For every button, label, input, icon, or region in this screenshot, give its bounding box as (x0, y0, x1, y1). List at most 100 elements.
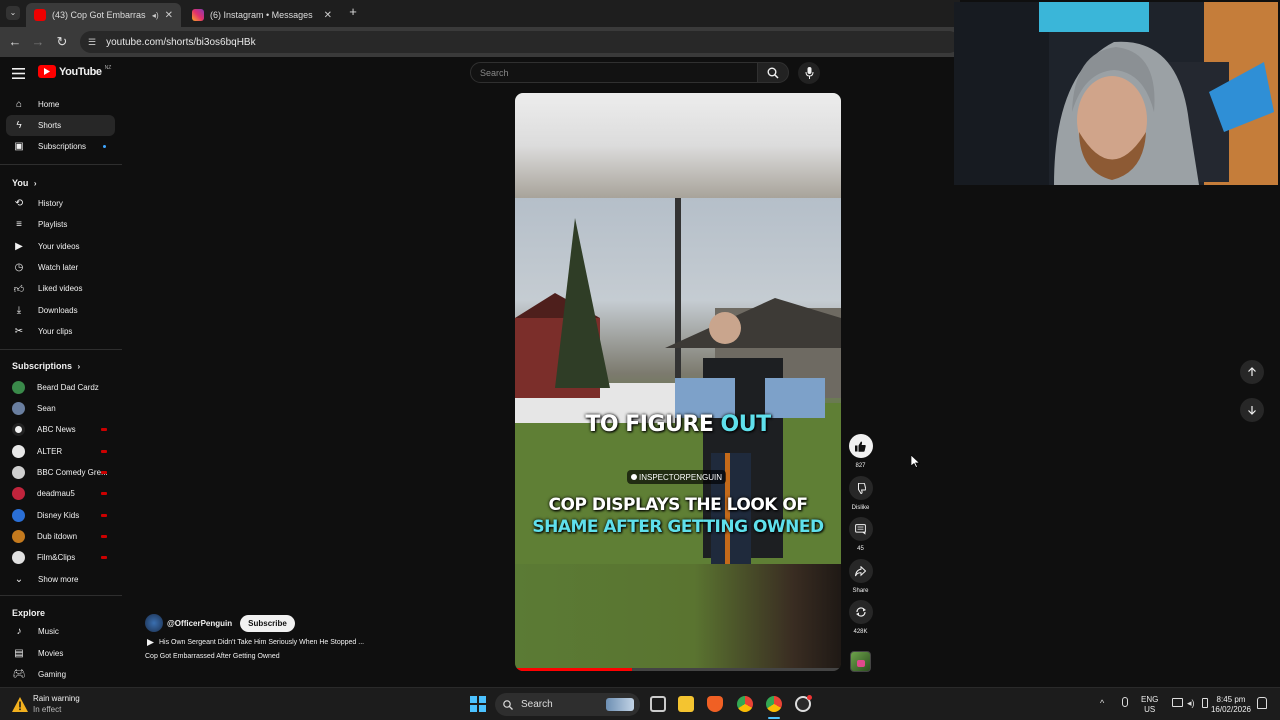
comments-button[interactable] (848, 517, 873, 541)
notifications-icon[interactable] (1257, 697, 1267, 709)
forward-icon[interactable]: → (30, 34, 46, 50)
network-icon[interactable] (1172, 698, 1183, 707)
clock[interactable]: 8:45 pm 16/02/2026 (1208, 695, 1254, 715)
voice-search-button[interactable] (798, 62, 820, 84)
share-action[interactable]: Share (848, 559, 873, 594)
live-indicator-icon (101, 428, 107, 431)
related-video-link[interactable]: His Own Sergeant Didn't Take Him Serious… (147, 639, 364, 646)
active-app-indicator (768, 717, 780, 719)
show-more-label: Show more (38, 575, 79, 584)
remix-button[interactable] (848, 600, 873, 624)
share-button[interactable] (848, 559, 873, 583)
tab-instagram[interactable]: (6) Instagram • Messages ✕ (184, 3, 340, 27)
audio-thumbnail[interactable] (850, 651, 871, 672)
speaker-icon[interactable]: ◂) (152, 11, 159, 20)
watermark-logo-icon (631, 474, 637, 480)
shorts-video-player[interactable]: TO FIGURE OUT INSPECTORPENGUIN COP DISPL… (515, 93, 841, 671)
chevron-right-icon: › (77, 362, 81, 371)
sidebar-item-subscriptions[interactable]: ▣ Subscriptions (6, 136, 115, 157)
file-explorer-icon[interactable] (678, 696, 694, 712)
close-tab-icon[interactable]: ✕ (324, 10, 332, 21)
new-tab-icon[interactable]: + (346, 5, 360, 19)
sidebar-item-label: Playlists (38, 220, 68, 229)
sidebar-channel[interactable]: ABC News (6, 419, 115, 440)
sidebar-item-downloads[interactable]: ⤓ Downloads (6, 300, 115, 321)
start-button[interactable] (470, 696, 486, 712)
chrome-active-icon[interactable] (766, 696, 782, 712)
dislike-action[interactable]: Dislike (848, 476, 873, 511)
channel-handle[interactable]: @OfficerPenguin (167, 619, 232, 628)
video-blur-bottom (515, 564, 841, 671)
search-input[interactable]: Search (470, 62, 758, 83)
sidebar-item-history[interactable]: ⟲ History (6, 193, 115, 214)
sidebar-item-your-clips[interactable]: ✂ Your clips (6, 321, 115, 342)
comments-action[interactable]: 45 (848, 517, 873, 552)
sidebar-item-liked-videos[interactable]: 👍︎ Liked videos (6, 278, 115, 299)
sidebar-item-shorts[interactable]: ϟ Shorts (6, 115, 115, 136)
sidebar-item-movies[interactable]: ▤ Movies (6, 643, 115, 664)
microphone-tray-icon[interactable] (1122, 697, 1128, 707)
divider (0, 595, 122, 596)
search-highlight-icon (606, 698, 634, 711)
microphone-icon (805, 67, 813, 79)
sidebar-channel[interactable]: Film&Clips (6, 547, 115, 568)
live-indicator-icon (101, 471, 107, 474)
share-icon (855, 565, 866, 576)
live-indicator-icon (101, 492, 107, 495)
sidebar-item-music[interactable]: ♪ Music (6, 621, 115, 642)
tab-youtube[interactable]: (43) Cop Got Embarrassed ◂) ✕ (26, 3, 181, 27)
volume-icon[interactable]: ◂) (1187, 698, 1195, 709)
video-progress-bar[interactable] (515, 668, 841, 671)
next-short-button[interactable] (1240, 398, 1264, 422)
you-section-header[interactable]: You › (12, 178, 37, 188)
previous-short-button[interactable] (1240, 360, 1264, 384)
comment-icon (855, 523, 866, 535)
reload-icon[interactable]: ↻ (54, 34, 70, 50)
sidebar-channel[interactable]: BBC Comedy Gre... (6, 462, 115, 483)
sidebar-item-label: Gaming (38, 670, 67, 679)
sidebar-item-gaming[interactable]: 🎮︎ Gaming (6, 664, 115, 685)
taskbar-search[interactable]: Search (495, 693, 640, 716)
search-button[interactable] (757, 62, 789, 83)
channel-name: Sean (37, 404, 56, 413)
dislike-button[interactable] (848, 476, 873, 500)
sidebar-item-label: Liked videos (38, 284, 83, 293)
subscribe-button[interactable]: Subscribe (240, 614, 295, 632)
close-tab-icon[interactable]: ✕ (165, 10, 173, 21)
like-button[interactable] (848, 434, 873, 458)
address-bar[interactable]: ☰ youtube.com/shorts/bi3os6bqHBk (80, 31, 960, 53)
subscriptions-icon: ▣ (14, 141, 24, 152)
watch-later-icon: ◷ (14, 262, 24, 273)
channel-avatar (12, 487, 25, 500)
sidebar-channel[interactable]: Disney Kids (6, 505, 115, 526)
channel-avatar (12, 423, 25, 436)
sidebar-item-watch-later[interactable]: ◷ Watch later (6, 257, 115, 278)
tab-list-dropdown-icon[interactable]: ⌄ (6, 6, 20, 20)
sidebar-channel[interactable]: ALTER (6, 441, 115, 462)
playlists-icon: ≡ (16, 219, 22, 230)
weather-widget[interactable]: Rain warning In effect (12, 693, 80, 715)
taskbar-search-label: Search (521, 699, 553, 710)
back-icon[interactable]: ← (7, 34, 23, 50)
sidebar-item-home[interactable]: ⌂ Home (6, 94, 115, 115)
sidebar-channel[interactable]: deadmau5 (6, 483, 115, 504)
shorts-icon: ϟ (16, 120, 22, 131)
subscriptions-section-header[interactable]: Subscriptions › (12, 361, 80, 371)
show-hidden-icons-icon[interactable]: ^ (1100, 698, 1104, 708)
like-action[interactable]: 827 (848, 434, 873, 469)
chrome-icon[interactable] (737, 696, 753, 712)
brave-browser-icon[interactable] (707, 696, 723, 712)
site-info-icon[interactable]: ☰ (88, 37, 96, 48)
sidebar-channel[interactable]: Dub itdown (6, 526, 115, 547)
sidebar-item-label: History (38, 199, 63, 208)
sidebar-channel[interactable]: Sean (6, 398, 115, 419)
sidebar-item-your-videos[interactable]: ▶ Your videos (6, 236, 115, 257)
language-indicator[interactable]: ENG US (1141, 695, 1158, 715)
chevron-down-icon: ⌄ (14, 574, 24, 585)
remix-action[interactable]: 428K (848, 600, 873, 635)
task-view-icon[interactable] (650, 696, 666, 712)
sidebar-item-playlists[interactable]: ≡ Playlists (6, 214, 115, 235)
sidebar-channel[interactable]: Beard Dad Cardz (6, 377, 115, 398)
show-more-button[interactable]: ⌄ Show more (6, 569, 115, 590)
channel-avatar[interactable] (145, 614, 163, 632)
